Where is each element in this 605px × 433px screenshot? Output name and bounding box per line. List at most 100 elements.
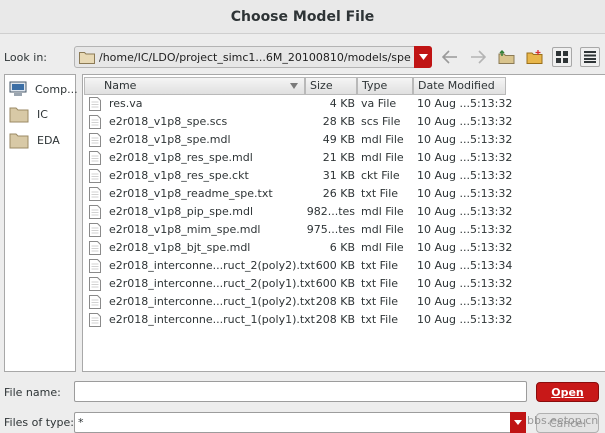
file-date-cell: 10 Aug ...5:13:32 (417, 313, 513, 326)
file-date-cell: 10 Aug ...5:13:32 (417, 187, 513, 200)
document-icon (89, 241, 101, 255)
file-date-cell: 10 Aug ...5:13:32 (417, 223, 513, 236)
back-icon (442, 50, 457, 64)
places-sidebar: Comp... IC EDA (4, 74, 78, 372)
file-row[interactable]: e2r018_interconne...ruct_2(poly1).txt 600… (84, 275, 604, 293)
back-button[interactable] (440, 47, 460, 67)
file-name-label: File name: (4, 386, 61, 399)
file-date-cell: 10 Aug ...5:13:34 (417, 259, 513, 272)
detail-view-button[interactable] (580, 47, 600, 67)
new-folder-button[interactable] (524, 47, 544, 67)
file-row[interactable]: e2r018_v1p8_spe.mdl 49 KB mdl File 10 Aug .… (84, 131, 604, 149)
look-in-path: /home/IC/LDO/project_simc1...6M_20100810… (99, 50, 411, 64)
sidebar-item-label: Comp... (35, 82, 78, 96)
open-button[interactable]: Open (536, 382, 599, 402)
file-row[interactable]: e2r018_interconne...ruct_2(poly2).txt 600… (84, 257, 604, 275)
file-row[interactable]: e2r018_v1p8_res_spe.ckt 31 KB ckt File 10 A… (84, 167, 604, 185)
file-name-cell: e2r018_interconne...ruct_1(poly1).txt (109, 313, 315, 326)
column-header-type[interactable]: Type (357, 77, 413, 95)
chevron-down-icon (418, 54, 428, 60)
file-name-cell: e2r018_v1p8_spe.mdl (109, 133, 231, 146)
file-name-input[interactable] (74, 381, 527, 402)
file-type-cell: txt File (361, 259, 399, 272)
file-size-cell: 31 KB (322, 169, 355, 182)
look-in-combo[interactable]: /home/IC/LDO/project_simc1...6M_20100810… (74, 46, 432, 68)
file-date-cell: 10 Aug ...5:13:32 (417, 133, 513, 146)
file-row[interactable]: e2r018_v1p8_mim_spe.mdl 975...tes mdl File… (84, 221, 604, 239)
computer-icon (9, 81, 27, 96)
file-name-cell: e2r018_interconne...ruct_2(poly1).txt (109, 277, 315, 290)
file-size-cell: 21 KB (322, 151, 355, 164)
file-date-cell: 10 Aug ...5:13:32 (417, 151, 513, 164)
chevron-down-icon (514, 420, 522, 425)
file-name-cell: e2r018_v1p8_mim_spe.mdl (109, 223, 261, 236)
file-type-cell: ckt File (361, 169, 400, 182)
document-icon (89, 277, 101, 291)
file-name-cell: e2r018_v1p8_bjt_spe.mdl (109, 241, 251, 254)
forward-button[interactable] (468, 47, 488, 67)
document-icon (89, 169, 101, 183)
file-type-combo[interactable]: * (74, 412, 526, 433)
file-size-cell: 6 KB (329, 241, 355, 254)
document-icon (89, 133, 101, 147)
dialog-title: Choose Model File (230, 8, 375, 25)
column-header-size[interactable]: Size (305, 77, 357, 95)
file-date-cell: 10 Aug ...5:13:32 (417, 295, 513, 308)
file-name-cell: res.va (109, 97, 143, 110)
file-size-cell: 982...tes (306, 205, 355, 218)
file-row[interactable]: e2r018_interconne...ruct_1(poly2).txt 208… (84, 293, 604, 311)
file-row[interactable]: res.va 4 KB va File 10 Aug ...5:13:32 (84, 95, 604, 113)
file-row[interactable]: e2r018_v1p8_bjt_spe.mdl 6 KB mdl File 10 Au… (84, 239, 604, 257)
sort-indicator-icon (290, 83, 298, 89)
new-folder-icon (526, 50, 542, 64)
file-row[interactable]: e2r018_interconne...ruct_1(poly1).txt 208… (84, 311, 604, 329)
file-type-cell: txt File (361, 277, 399, 290)
file-type-cell: mdl File (361, 241, 404, 254)
document-icon (89, 223, 101, 237)
list-view-button[interactable] (552, 47, 572, 67)
sidebar-item-label: EDA (37, 134, 60, 147)
file-type-cell: va File (361, 97, 397, 110)
file-date-cell: 10 Aug ...5:13:32 (417, 241, 513, 254)
look-in-label: Look in: (4, 51, 47, 64)
sidebar-item-eda[interactable]: EDA (9, 132, 60, 149)
file-row[interactable]: e2r018_v1p8_res_spe.mdl 21 KB mdl File 10 A… (84, 149, 604, 167)
document-icon (89, 187, 101, 201)
file-date-cell: 10 Aug ...5:13:32 (417, 97, 513, 110)
document-icon (89, 295, 101, 309)
sidebar-item-ic[interactable]: IC (9, 106, 48, 123)
title-bar: Choose Model File (0, 0, 605, 34)
file-list[interactable]: Name Size Type Date Modified res.va 4 KB v… (82, 74, 605, 372)
file-date-cell: 10 Aug ...5:13:32 (417, 277, 513, 290)
file-date-cell: 10 Aug ...5:13:32 (417, 169, 513, 182)
forward-icon (471, 50, 486, 64)
document-icon (89, 115, 101, 129)
file-type-cell: txt File (361, 295, 399, 308)
sidebar-item-computer[interactable]: Comp... (9, 81, 78, 97)
file-date-cell: 10 Aug ...5:13:32 (417, 115, 513, 128)
file-type-cell: txt File (361, 313, 399, 326)
file-row[interactable]: e2r018_v1p8_pip_spe.mdl 982...tes mdl File… (84, 203, 604, 221)
look-in-dropdown-button[interactable] (414, 46, 432, 68)
file-name-cell: e2r018_v1p8_pip_spe.mdl (109, 205, 254, 218)
folder-icon (9, 107, 29, 123)
file-row[interactable]: e2r018_v1p8_spe.scs 28 KB scs File 10 Aug .… (84, 113, 604, 131)
file-name-cell: e2r018_v1p8_res_spe.mdl (109, 151, 253, 164)
file-type-cell: mdl File (361, 223, 404, 236)
column-header-date[interactable]: Date Modified (413, 77, 506, 95)
file-size-cell: 28 KB (322, 115, 355, 128)
file-type-cell: mdl File (361, 205, 404, 218)
document-icon (89, 151, 101, 165)
file-name-cell: e2r018_interconne...ruct_1(poly2).txt (109, 295, 315, 308)
file-size-cell: 600 KB (315, 259, 355, 272)
file-row[interactable]: e2r018_v1p8_readme_spe.txt 26 KB txt File 1… (84, 185, 604, 203)
file-type-dropdown-button[interactable] (510, 412, 526, 433)
column-header-name[interactable]: Name (84, 77, 305, 95)
sidebar-item-label: IC (37, 108, 48, 121)
file-size-cell: 208 KB (315, 295, 355, 308)
file-size-cell: 600 KB (315, 277, 355, 290)
document-icon (89, 97, 101, 111)
file-type-cell: txt File (361, 187, 399, 200)
parent-folder-button[interactable] (496, 47, 516, 67)
file-name-cell: e2r018_v1p8_spe.scs (109, 115, 228, 128)
